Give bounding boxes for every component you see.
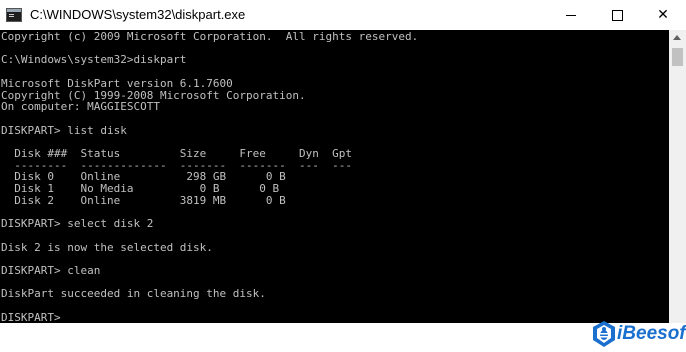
title-bar[interactable]: C:\WINDOWS\system32\diskpart.exe ✕ [0,0,686,30]
console-output-area[interactable]: Copyright (c) 2009 Microsoft Corporation… [0,30,669,323]
vertical-scrollbar[interactable] [669,30,686,323]
console-window: C:\WINDOWS\system32\diskpart.exe ✕ Copyr… [0,0,686,352]
cmd-app-icon[interactable] [6,8,22,22]
scroll-up-arrow-icon[interactable] [673,35,681,40]
close-icon: ✕ [657,7,669,23]
window-bottom-area [0,323,686,352]
maximize-button[interactable] [594,0,640,30]
minimize-icon [566,14,576,16]
ibeesoft-watermark: iBeesoft [591,318,686,352]
window-title: C:\WINDOWS\system32\diskpart.exe [30,7,246,22]
minimize-button[interactable] [548,0,594,30]
close-button[interactable]: ✕ [640,0,686,30]
watermark-text: iBeesoft [617,323,686,344]
maximize-icon [611,9,623,21]
bee-logo-icon [593,321,615,347]
scrollbar-thumb[interactable] [672,48,683,66]
console-text: Copyright (c) 2009 Microsoft Corporation… [1,30,419,323]
